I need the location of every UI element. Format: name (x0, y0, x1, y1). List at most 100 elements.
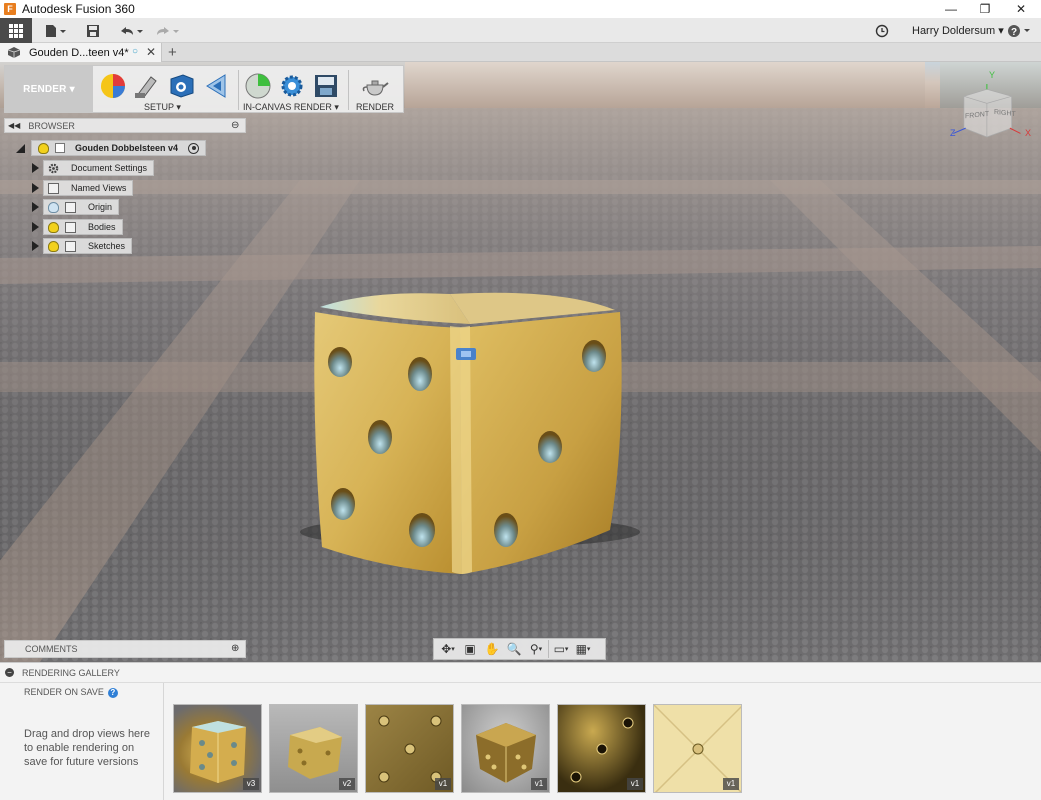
in-canvas-render-group-label[interactable]: IN-CANVAS RENDER ▾ (243, 102, 339, 113)
expand-arrow-icon[interactable] (32, 222, 39, 232)
decal-icon[interactable] (201, 71, 231, 101)
toolbar-separator (348, 70, 349, 110)
gallery-thumbnail[interactable]: v1 (557, 704, 646, 793)
setup-group-label[interactable]: SETUP ▾ (144, 102, 181, 113)
browser-item-origin[interactable]: Origin (32, 199, 120, 215)
orbit-icon[interactable]: ✥ ▾ (438, 640, 458, 658)
appearance-icon[interactable] (98, 71, 128, 101)
zoom-icon[interactable]: 🔍 (504, 640, 524, 658)
job-status-clock-icon[interactable] (873, 21, 891, 40)
redo-icon[interactable] (152, 21, 182, 40)
folder-icon (48, 182, 59, 194)
minimize-icon[interactable]: — (933, 0, 969, 18)
user-account-menu[interactable]: Harry Doldersum ▾ (912, 24, 1004, 37)
data-panel-grid-icon[interactable] (0, 18, 32, 43)
navigation-bar: ✥ ▾ ▣ ✋ 🔍 ⚲ ▾ ▭ ▾ ▦ ▾ (433, 638, 606, 660)
expand-arrow-icon[interactable] (32, 183, 39, 193)
gallery-thumbnail[interactable]: v1 (653, 704, 742, 793)
browser-item-label: Document Settings (71, 163, 148, 173)
gallery-thumbnail[interactable]: v1 (365, 704, 454, 793)
version-badge: v2 (339, 778, 355, 790)
add-comment-icon[interactable]: ⊕ (231, 643, 239, 654)
help-icon[interactable]: ? (107, 687, 118, 698)
document-tab-name: Gouden D...teen v4* (29, 46, 129, 59)
version-badge: v1 (627, 778, 643, 790)
navbar-separator (548, 640, 549, 658)
workspace-switcher[interactable]: RENDER ▾ (5, 66, 93, 113)
collapse-arrow-icon[interactable] (16, 143, 25, 153)
capture-image-icon[interactable] (311, 71, 341, 101)
toolbar-separator (238, 70, 239, 110)
close-window-icon[interactable]: ✕ (1003, 0, 1039, 18)
browser-item-bodies[interactable]: Bodies (32, 219, 123, 235)
folder-icon (65, 221, 76, 233)
activate-radio-icon[interactable] (188, 142, 200, 154)
bulb-on-icon[interactable] (48, 240, 59, 252)
restore-icon[interactable]: ❐ (967, 0, 1003, 18)
version-badge: v1 (435, 778, 451, 790)
bulb-on-icon[interactable] (38, 142, 49, 154)
look-at-icon[interactable]: ▣ (460, 640, 480, 658)
render-on-save-label: RENDER ON SAVE? (24, 687, 118, 698)
save-icon[interactable] (84, 21, 102, 40)
version-badge: v3 (243, 778, 259, 790)
fusion-app-icon: F (4, 3, 16, 15)
scene-settings-icon[interactable] (167, 71, 197, 101)
gallery-thumbnail[interactable]: v2 (269, 704, 358, 793)
render-teapot-icon[interactable] (360, 71, 390, 101)
version-badge: v1 (723, 778, 739, 790)
browser-root-node[interactable]: Gouden Dobbelsteen v4 (16, 140, 207, 156)
browser-item-label: Named Views (71, 183, 127, 193)
golden-die-model[interactable] (310, 282, 630, 582)
physical-material-icon[interactable] (131, 71, 161, 101)
browser-root-label: Gouden Dobbelsteen v4 (75, 143, 179, 153)
new-tab-plus-icon[interactable]: + (168, 44, 177, 61)
collapse-gallery-icon[interactable]: − (5, 668, 14, 677)
axis-y-label: Y (989, 70, 996, 80)
browser-item-label: Sketches (88, 241, 126, 251)
window-title: Autodesk Fusion 360 (22, 2, 135, 16)
gallery-title: RENDERING GALLERY (22, 667, 120, 678)
document-tab[interactable]: Gouden D...teen v4* ○ ✕ (0, 43, 162, 62)
fusion-window: F Autodesk Fusion 360 — ❐ ✕ Harry Dolder… (0, 0, 1041, 800)
in-canvas-render-icon[interactable] (243, 71, 273, 101)
undo-icon[interactable] (116, 21, 146, 40)
document-cube-icon (7, 47, 21, 61)
axis-x-label: X (1025, 128, 1032, 138)
gear-icon (48, 163, 59, 174)
expand-arrow-icon[interactable] (32, 163, 39, 173)
component-icon (55, 143, 65, 153)
gallery-thumbnail[interactable]: v3 (173, 704, 262, 793)
browser-item-sketches[interactable]: Sketches (32, 238, 133, 254)
pan-hand-icon[interactable]: ✋ (482, 640, 502, 658)
browser-panel-header[interactable]: ◀◀ BROWSER ⊖ (4, 118, 246, 133)
axis-z-label: Z (950, 128, 956, 138)
browser-pin-icon[interactable]: ⊖ (231, 120, 239, 131)
version-badge: v1 (531, 778, 547, 790)
collapse-panel-icon[interactable]: ◀◀ (8, 121, 20, 130)
fit-zoom-icon[interactable]: ⚲ ▾ (526, 640, 546, 658)
in-canvas-render-settings-icon[interactable] (277, 71, 307, 101)
render-group-label[interactable]: RENDER (356, 102, 394, 112)
bulb-on-icon[interactable] (48, 221, 59, 233)
quick-access-toolbar: Harry Doldersum ▾ ? (0, 18, 1041, 43)
move-manipulator-icon (456, 348, 476, 360)
close-tab-icon[interactable]: ✕ (146, 45, 156, 59)
display-settings-icon[interactable]: ▭ ▾ (551, 640, 571, 658)
render-on-save-panel: RENDER ON SAVE? Drag and drop views here… (0, 683, 164, 800)
gallery-thumbnail[interactable]: v1 (461, 704, 550, 793)
file-menu-icon[interactable] (42, 21, 68, 40)
expand-arrow-icon[interactable] (32, 202, 39, 212)
browser-item-document-settings[interactable]: Document Settings (32, 160, 155, 176)
browser-item-named-views[interactable]: Named Views (32, 180, 134, 196)
tab-status-icon: ○ (132, 46, 139, 57)
document-tab-bar: Gouden D...teen v4* ○ ✕ + (0, 43, 1041, 62)
bulb-off-icon[interactable] (48, 201, 59, 213)
help-menu-icon[interactable]: ? (1006, 21, 1036, 40)
gallery-header[interactable]: − RENDERING GALLERY (0, 663, 1041, 683)
expand-arrow-icon[interactable] (32, 241, 39, 251)
folder-icon (65, 201, 76, 213)
grid-settings-icon[interactable]: ▦ ▾ (573, 640, 593, 658)
comments-panel-header[interactable]: COMMENTS ⊕ (4, 640, 246, 658)
browser-item-label: Origin (88, 202, 113, 212)
